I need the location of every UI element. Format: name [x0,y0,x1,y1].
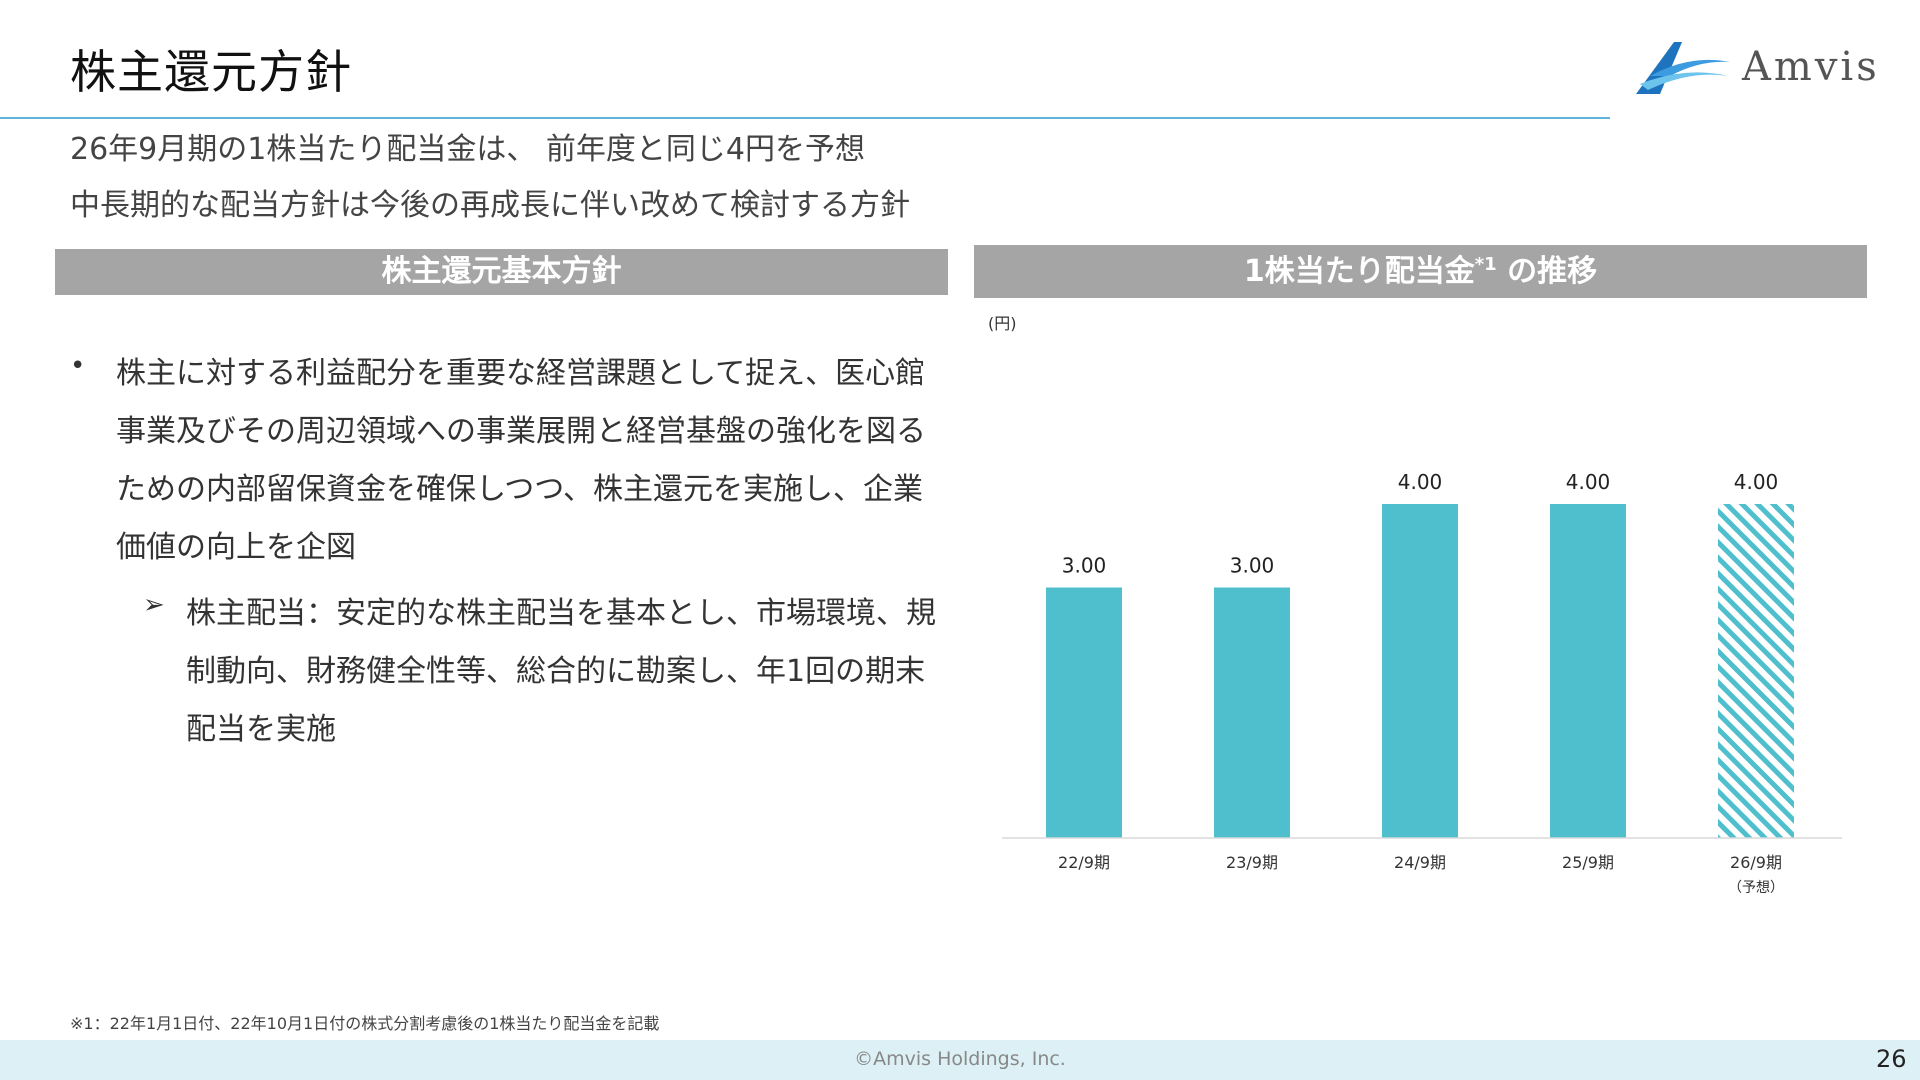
x-tick-note: （予想） [1728,880,1784,896]
policy-section-header: 株主還元基本方針 [55,249,948,295]
dividend-bar [1382,504,1458,838]
x-tick-label: 24/9期 [1394,853,1446,872]
dividend-bar-chart: 3.00 22/9期 3.00 23/9期 4.00 24/9期 4.00 25/9期 4.00… [990,440,1870,910]
dividend-bar [1214,587,1290,838]
dividend-policy-text: 株主配当：安定的な株主配当を基本とし、市場環境、規制動向、財務健全性等、総合的に… [186,596,936,747]
bar-value-label: 4.00 [1734,470,1779,494]
chart-header-main: 1株当たり配当金 [1243,254,1475,289]
x-tick-label: 26/9期 [1730,853,1782,872]
title-divider [0,117,1610,119]
footnote: ※1：22年1月1日付、22年10月1日付の株式分割考慮後の1株当たり配当金を記… [70,1014,660,1033]
chart-header-footnote-mark: *1 [1474,254,1497,275]
x-tick-label: 22/9期 [1058,853,1110,872]
dividend-bar [1550,504,1626,838]
dividend-bar [1046,587,1122,838]
x-tick-label: 23/9期 [1226,853,1278,872]
y-axis-unit: (円) [988,314,1017,333]
chart-header-tail: の推移 [1496,254,1598,289]
dividend-chart-header: 1株当たり配当金*1 の推移 [974,245,1867,298]
logo-wordmark: Amvis [1742,44,1880,90]
chart-canvas: 3.00 22/9期 3.00 23/9期 4.00 24/9期 4.00 25/9期 4.00… [1002,470,1842,896]
policy-bullet-text: 株主に対する利益配分を重要な経営課題として捉え、医心館事業及びその周辺領域への事… [116,356,926,565]
bar-value-label: 3.00 [1062,554,1107,578]
arrow-bullet-icon: ➢ [143,590,165,620]
subtitle-line-2: 中長期的な配当方針は今後の再成長に伴い改めて検討する方針 [70,188,910,223]
x-tick-label: 25/9期 [1562,853,1614,872]
bar-value-label: 4.00 [1566,470,1611,494]
subtitle-line-1: 26年9月期の1株当たり配当金は、 前年度と同じ4円を予想 [70,132,865,167]
bar-value-label: 4.00 [1398,470,1443,494]
copyright: ©Amvis Holdings, Inc. [854,1048,1066,1070]
bullet-icon: • [70,351,86,381]
bar-value-label: 3.00 [1230,554,1275,578]
forecast-bar [1718,504,1794,838]
page-number: 26 [1876,1045,1907,1073]
page-title: 株主還元方針 [70,45,352,99]
